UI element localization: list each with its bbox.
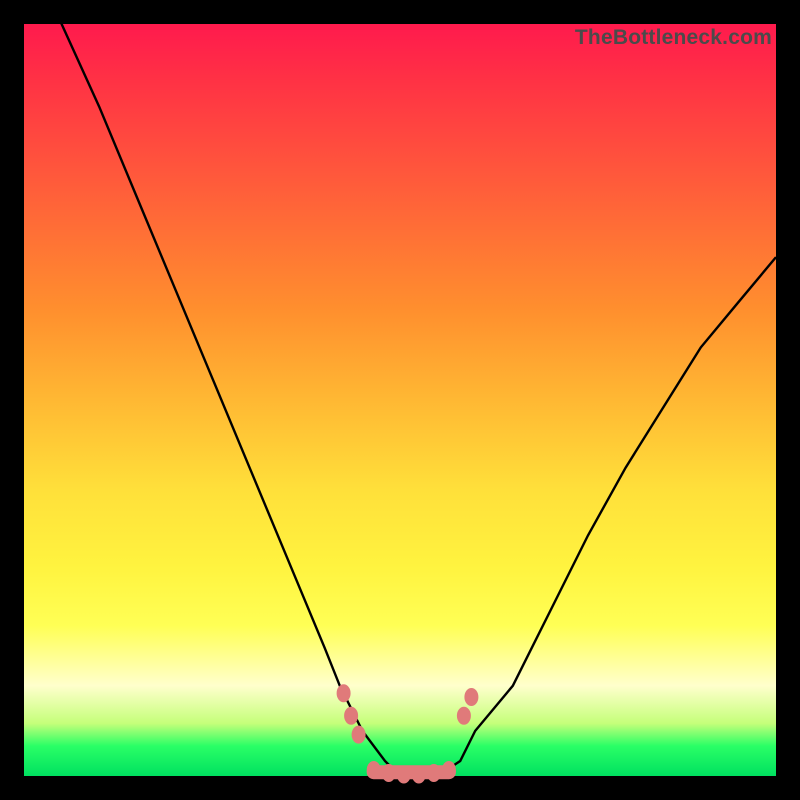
curve-marker	[457, 707, 471, 725]
curve-marker	[367, 761, 381, 779]
watermark-text: TheBottleneck.com	[575, 26, 772, 50]
curve-marker	[344, 707, 358, 725]
chart-plot-area	[24, 24, 776, 776]
curve-markers	[337, 684, 479, 783]
curve-marker	[352, 726, 366, 744]
curve-marker	[442, 761, 456, 779]
curve-marker	[412, 766, 426, 784]
curve-marker	[337, 684, 351, 702]
curve-marker	[427, 764, 441, 782]
curve-marker	[397, 766, 411, 784]
curve-svg	[24, 24, 776, 776]
curve-marker	[464, 688, 478, 706]
chart-frame: TheBottleneck.com	[0, 0, 800, 800]
bottleneck-curve	[24, 0, 776, 776]
curve-marker	[382, 764, 396, 782]
